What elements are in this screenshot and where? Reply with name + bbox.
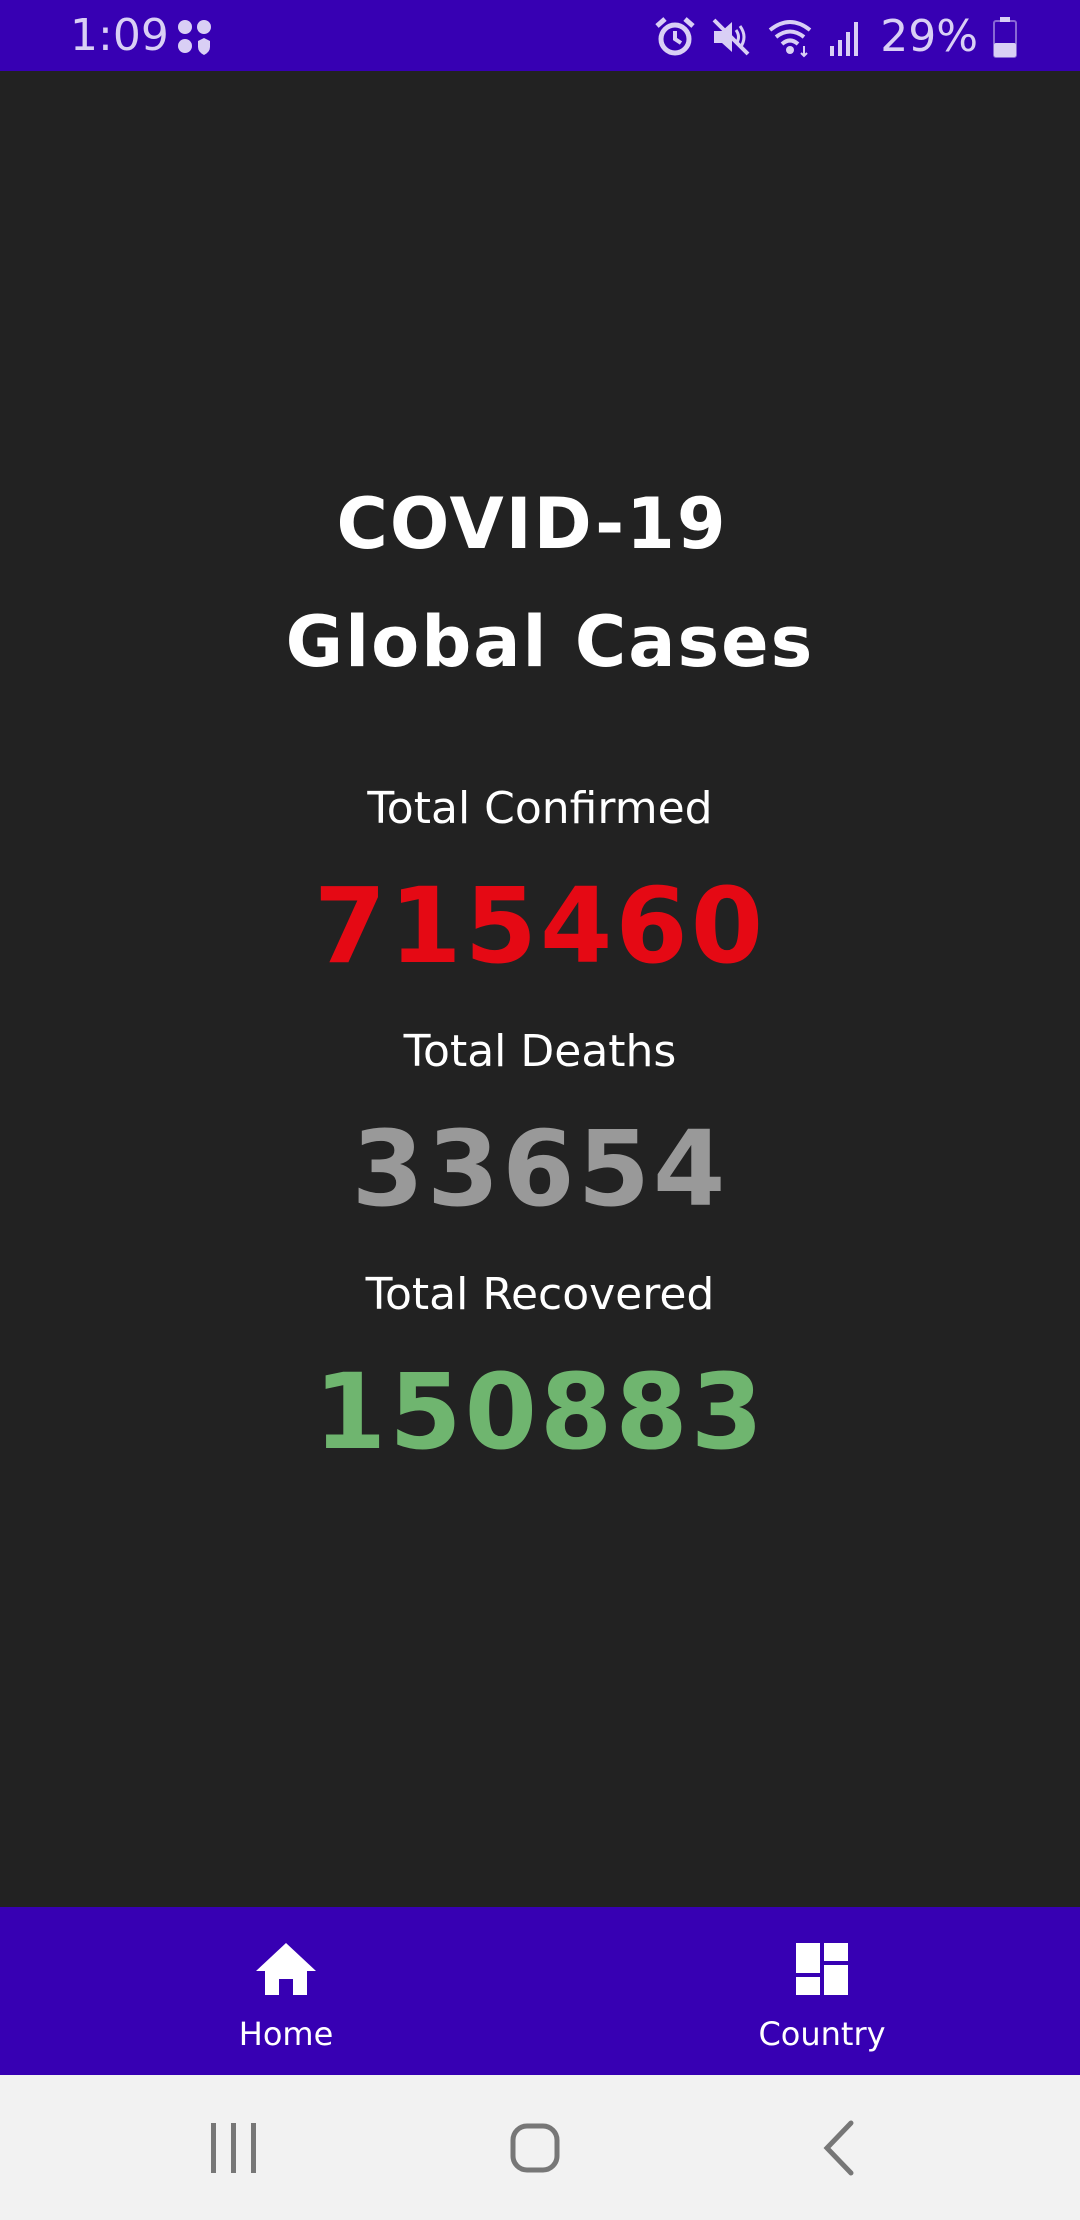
home-circle-icon[interactable]: [500, 2113, 570, 2183]
dashboard-icon: [796, 1943, 848, 1995]
total-recovered-value: 150883: [313, 1351, 767, 1473]
total-deaths-label: Total Deaths: [403, 1026, 677, 1077]
page-title-line2: Global Cases: [285, 601, 815, 683]
nav-label-home: Home: [238, 2015, 334, 2053]
home-icon: [256, 1943, 316, 1995]
battery-icon: [993, 17, 1017, 58]
bottom-navigation: Home Country: [0, 1907, 1080, 2075]
status-icons: 29%: [654, 12, 1018, 62]
nav-item-home[interactable]: Home: [0, 1907, 540, 2075]
system-navigation-bar: [0, 2075, 1080, 2220]
wifi-icon: [768, 20, 812, 58]
main-content: COVID-19 Global Cases Total Confirmed 71…: [0, 71, 1080, 1907]
total-confirmed-label: Total Confirmed: [367, 783, 713, 834]
nav-item-country[interactable]: Country: [540, 1907, 1080, 2075]
status-time: 1:09: [70, 10, 169, 61]
signal-icon: [830, 22, 859, 56]
total-deaths-value: 33654: [351, 1108, 729, 1230]
recents-icon[interactable]: [199, 2113, 269, 2183]
total-recovered-label: Total Recovered: [365, 1269, 715, 1320]
battery-percent: 29%: [880, 11, 978, 62]
apps-icon: [178, 20, 211, 55]
total-confirmed-value: 715460: [313, 865, 767, 987]
page-title-line1: COVID-19: [336, 483, 728, 565]
app-screen: 1:09 29% COVID-19 Global Cases Total Con…: [0, 0, 1080, 2220]
mute-icon: [712, 18, 750, 56]
back-icon[interactable]: [805, 2113, 875, 2183]
status-bar: 1:09 29%: [0, 0, 1080, 71]
nav-label-country: Country: [758, 2015, 886, 2053]
alarm-icon: [655, 17, 695, 56]
